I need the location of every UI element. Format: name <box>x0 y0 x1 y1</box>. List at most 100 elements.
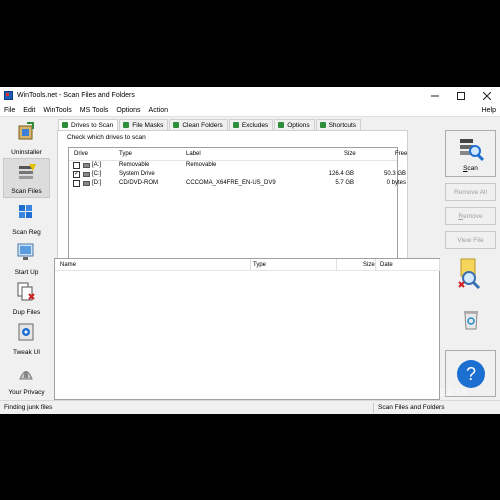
column-free[interactable]: Free <box>395 151 407 157</box>
status-module: Scan Files and Folders <box>378 404 445 411</box>
menu-help[interactable]: Help <box>482 107 496 114</box>
drive-icon <box>83 172 90 177</box>
minimize-button[interactable] <box>422 87 448 104</box>
scan-registry-icon <box>19 205 32 218</box>
tab-clean-folders[interactable]: Clean Folders <box>169 119 228 130</box>
drive-type: System Drive <box>119 171 155 177</box>
tweak-ui-icon <box>18 323 34 341</box>
drive-free: 0 bytes <box>386 180 406 186</box>
scan-magnifier-icon <box>460 139 484 162</box>
drive-letter: [A:] <box>92 162 102 168</box>
find-files-icon <box>458 258 481 290</box>
tab-label: Drives to Scan <box>71 121 114 129</box>
tab-label: File Masks <box>132 121 164 129</box>
tab-drives-to-scan[interactable]: Drives to Scan <box>58 119 119 130</box>
drive-letter: [D:] <box>92 180 102 186</box>
drive-checkbox[interactable]: ✓ <box>73 171 80 178</box>
sidebar-item-label: Your Privacy <box>8 389 45 396</box>
remove-all-button[interactable]: Remove All <box>445 183 496 201</box>
sidebar-item-uninstaller[interactable]: Uninstaller <box>3 118 50 158</box>
maximize-button[interactable] <box>448 87 474 104</box>
column-size[interactable]: Size <box>344 151 356 157</box>
recycle-bin-icon[interactable] <box>461 308 481 330</box>
duplicate-files-icon <box>17 282 35 301</box>
menu-ms-tools[interactable]: MS Tools <box>76 107 113 114</box>
column-type[interactable]: Type <box>253 262 266 268</box>
menu-options[interactable]: Options <box>112 107 144 114</box>
column-type[interactable]: Type <box>119 151 132 157</box>
tab-options[interactable]: Options <box>274 119 315 130</box>
column-size[interactable]: Size <box>363 262 375 268</box>
sidebar-item-scan-reg[interactable]: Scan Reg <box>3 198 50 238</box>
uninstaller-icon <box>18 122 34 140</box>
privacy-icon <box>19 371 33 380</box>
column-divider[interactable] <box>375 259 376 271</box>
column-name[interactable]: Name <box>60 262 76 268</box>
app-window: WinTools.net - Scan Files and Folders Fi… <box>0 87 500 414</box>
startup-icon <box>17 243 34 260</box>
table-row[interactable]: [A:] Removable Removable <box>69 161 397 170</box>
column-divider[interactable] <box>439 259 440 271</box>
tab-label: Shortcuts <box>328 121 357 129</box>
folders-tab-icon <box>173 122 180 128</box>
remove-button[interactable]: Remove <box>445 207 496 225</box>
remove-all-label: Remove All <box>454 188 487 196</box>
menu-file[interactable]: File <box>0 107 19 114</box>
status-bar: Finding junk files Scan Files and Folder… <box>0 400 500 414</box>
drive-checkbox[interactable] <box>73 162 80 169</box>
menu-action[interactable]: Action <box>145 107 172 114</box>
sidebar-item-label: Start Up <box>14 269 39 276</box>
view-file-button[interactable]: View File <box>445 231 496 249</box>
drive-checkbox[interactable] <box>73 180 80 187</box>
menu-wintools[interactable]: WinTools <box>39 107 75 114</box>
close-icon <box>483 91 491 100</box>
action-toolbar: Scan Remove All Remove View File ? <box>444 118 497 400</box>
tab-strip: Drives to Scan File Masks Clean Folders … <box>58 119 362 130</box>
status-message: Finding junk files <box>4 404 53 411</box>
sidebar: Uninstaller Scan Files Scan Reg Start Up… <box>3 118 50 400</box>
tab-shortcuts[interactable]: Shortcuts <box>315 119 362 130</box>
results-list[interactable]: Name Type Size Date <box>54 258 440 400</box>
drive-free: 50.3 GB <box>383 171 406 177</box>
scan-button[interactable]: Scan <box>445 130 496 177</box>
drive-size: 126.4 GB <box>328 171 354 177</box>
masks-tab-icon <box>123 122 130 128</box>
column-divider[interactable] <box>250 259 251 271</box>
column-label[interactable]: Label <box>186 151 201 157</box>
status-divider <box>373 403 374 413</box>
drive-label: Removable <box>186 162 217 168</box>
sidebar-item-scan-files[interactable]: Scan Files <box>3 158 50 198</box>
watermark: SOFTPEDIA <box>400 387 470 397</box>
shortcuts-tab-icon <box>319 122 326 128</box>
column-date[interactable]: Date <box>380 262 393 268</box>
remove-label: Remove <box>458 212 483 220</box>
tab-label: Options <box>287 121 310 129</box>
tab-excludes[interactable]: Excludes <box>228 119 274 130</box>
drive-size: 5.7 GB <box>335 180 354 186</box>
sidebar-item-your-privacy[interactable]: Your Privacy <box>3 358 50 398</box>
tab-label: Clean Folders <box>182 121 223 129</box>
table-header: Drive Type Label Size Free <box>69 148 407 161</box>
sidebar-item-label: Dup Files <box>12 309 41 316</box>
column-drive[interactable]: Drive <box>74 151 88 157</box>
view-file-label: View File <box>457 236 484 244</box>
menu-bar: File Edit WinTools MS Tools Options Acti… <box>0 104 500 117</box>
help-icon: ? <box>456 359 485 388</box>
table-row[interactable]: [D:] CD/DVD-ROM CCCOMA_X64FRE_EN-US_DV9 … <box>69 179 406 188</box>
window-title: WinTools.net - Scan Files and Folders <box>17 92 135 99</box>
sidebar-item-tweak-ui[interactable]: Tweak UI <box>3 318 50 358</box>
close-button[interactable] <box>474 87 500 104</box>
excludes-tab-icon <box>232 122 239 128</box>
sidebar-item-start-up[interactable]: Start Up <box>3 238 50 278</box>
tab-file-masks[interactable]: File Masks <box>119 119 169 130</box>
column-divider[interactable] <box>336 259 337 271</box>
sidebar-item-label: Uninstaller <box>11 149 42 156</box>
scan-label: Scan <box>463 165 478 172</box>
title-bar[interactable]: WinTools.net - Scan Files and Folders <box>0 87 500 104</box>
menu-edit[interactable]: Edit <box>19 107 39 114</box>
table-row[interactable]: ✓ [C:] System Drive 126.4 GB 50.3 GB <box>69 170 406 179</box>
sidebar-item-label: Tweak UI <box>12 349 41 356</box>
drive-icon <box>83 181 90 186</box>
sidebar-item-dup-files[interactable]: Dup Files <box>3 278 50 318</box>
maximize-icon <box>457 91 465 100</box>
